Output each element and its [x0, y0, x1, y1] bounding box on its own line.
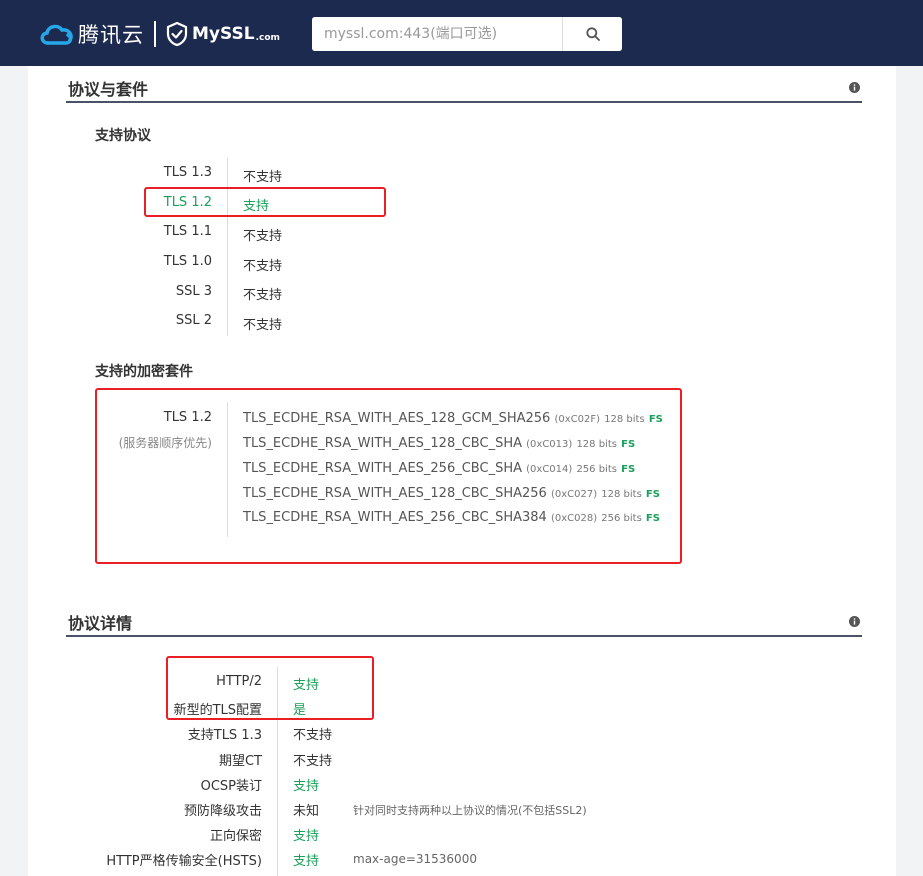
cipher-suites-title: 支持的加密套件: [95, 364, 193, 380]
protocol-status: 不支持: [243, 288, 283, 303]
shield-check-icon: [166, 21, 188, 47]
protocol-status: 不支持: [243, 170, 283, 185]
top-nav-bar: 腾讯云 MySSL .com: [0, 0, 923, 66]
detail-value: 不支持: [293, 754, 333, 769]
detail-value: 支持: [293, 829, 320, 844]
protocol-label: TLS 1.0: [163, 254, 212, 269]
myssl-suffix: .com: [255, 32, 280, 43]
myssl-name: MySSL: [192, 24, 255, 44]
highlight-box: [95, 388, 682, 564]
cloud-logo-icon: [40, 24, 73, 45]
detail-label: 预防降级攻击: [183, 804, 262, 819]
protocol-status: 不支持: [243, 318, 283, 333]
detail-value: 未知: [293, 804, 320, 819]
detail-note: max-age=31536000: [353, 852, 477, 866]
brand-divider: [154, 21, 156, 47]
detail-label: HTTP严格传输安全(HSTS): [106, 854, 262, 869]
supported-protocols-title: 支持协议: [95, 128, 151, 144]
protocol-label: SSL 3: [175, 284, 212, 299]
detail-note: 针对同时支持两种以上协议的情况(不包括SSL2): [353, 804, 587, 817]
detail-label: 正向保密: [209, 829, 262, 844]
search-input[interactable]: [312, 17, 562, 51]
protocol-label: SSL 2: [175, 313, 212, 328]
report-panel: 协议与套件 支持协议 TLS 1.3 不支持 TLS 1.2 支持 TLS 1.…: [28, 66, 896, 876]
section-title: 协议详情: [68, 614, 133, 633]
info-icon[interactable]: [849, 616, 860, 627]
protocol-section-header: 协议与套件: [66, 66, 862, 103]
protocol-status: 不支持: [243, 259, 283, 274]
details-section-header: 协议详情: [66, 600, 862, 637]
protocol-label: TLS 1.3: [163, 165, 212, 180]
protocol-status: 不支持: [243, 229, 283, 244]
search-button[interactable]: [562, 17, 622, 51]
detail-label: 支持TLS 1.3: [187, 728, 262, 743]
detail-label: OCSP装订: [200, 779, 262, 794]
brand-name: 腾讯云: [78, 23, 144, 47]
column-divider: [227, 158, 228, 336]
detail-value: 支持: [293, 779, 320, 794]
search-box: [312, 17, 622, 51]
protocol-label: TLS 1.1: [163, 224, 212, 239]
info-icon[interactable]: [849, 82, 860, 93]
detail-label: 期望CT: [218, 754, 262, 769]
magnifier-icon: [585, 27, 600, 41]
section-title: 协议与套件: [68, 80, 149, 99]
highlight-box: [144, 187, 386, 217]
highlight-box: [166, 656, 374, 720]
detail-value: 支持: [293, 854, 320, 869]
detail-value: 不支持: [293, 728, 333, 743]
brand-logo[interactable]: 腾讯云 MySSL .com: [38, 18, 280, 50]
